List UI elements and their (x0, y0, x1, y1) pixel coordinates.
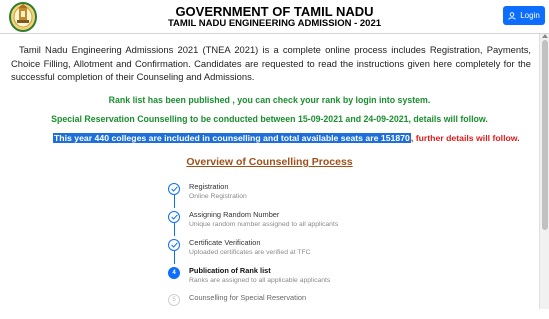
step-title: Assigning Random Number (189, 210, 280, 219)
step-number-badge: 4 (168, 267, 180, 279)
step-subtitle: Online Registration (189, 193, 247, 200)
step-title: Publication of Rank list (189, 266, 271, 275)
step-connector (173, 223, 175, 236)
seats-followup-text: , further details will follow. (410, 133, 520, 143)
seats-notice: This year 440 colleges are included in c… (53, 133, 520, 145)
user-icon (508, 11, 516, 20)
login-button[interactable]: Login (503, 6, 545, 25)
overview-title: Overview of Counselling Process (186, 156, 353, 168)
login-label: Login (520, 11, 540, 20)
page-title: GOVERNMENT OF TAMIL NADU (175, 4, 374, 19)
main-content: Tamil Nadu Engineering Admissions 2021 (… (0, 34, 539, 309)
top-header: GOVERNMENT OF TAMIL NADU TAMIL NADU ENGI… (0, 0, 549, 34)
step-check-icon (168, 183, 180, 195)
special-reservation-notice: Special Reservation Counselling to be co… (51, 114, 488, 124)
step-subtitle: Uploaded certificates are verified at TF… (189, 249, 311, 256)
step-special-reservation: 5 Counselling for Special Reservation (168, 291, 508, 319)
scrollbar-thumb[interactable] (542, 40, 548, 230)
step-title: Certificate Verification (189, 238, 261, 247)
scroll-up-icon[interactable] (542, 34, 548, 38)
rank-list-notice: Rank list has been published , you can c… (108, 95, 431, 105)
step-certificate-verification: Certificate Verification Uploaded certif… (168, 236, 508, 264)
step-connector (173, 195, 175, 208)
step-title: Counselling for Special Reservation (189, 293, 307, 302)
step-random-number: Assigning Random Number Unique random nu… (168, 208, 508, 236)
step-number-badge: 5 (168, 294, 180, 306)
step-title: Registration (189, 182, 229, 191)
vertical-scrollbar[interactable] (539, 34, 549, 309)
step-check-icon (168, 239, 180, 251)
step-rank-list: 4 Publication of Rank list Ranks are ass… (168, 264, 508, 292)
page-subtitle: TAMIL NADU ENGINEERING ADMISSION - 2021 (167, 18, 382, 29)
intro-paragraph: Tamil Nadu Engineering Admissions 2021 (… (11, 44, 531, 82)
step-registration: Registration Online Registration (168, 180, 508, 208)
step-subtitle: Unique random number assigned to all app… (189, 221, 339, 228)
step-check-icon (168, 211, 180, 223)
seats-highlight-text: This year 440 colleges are included in c… (53, 133, 411, 143)
step-subtitle: Ranks are assigned to all applicable app… (189, 277, 331, 284)
step-connector (173, 251, 175, 264)
